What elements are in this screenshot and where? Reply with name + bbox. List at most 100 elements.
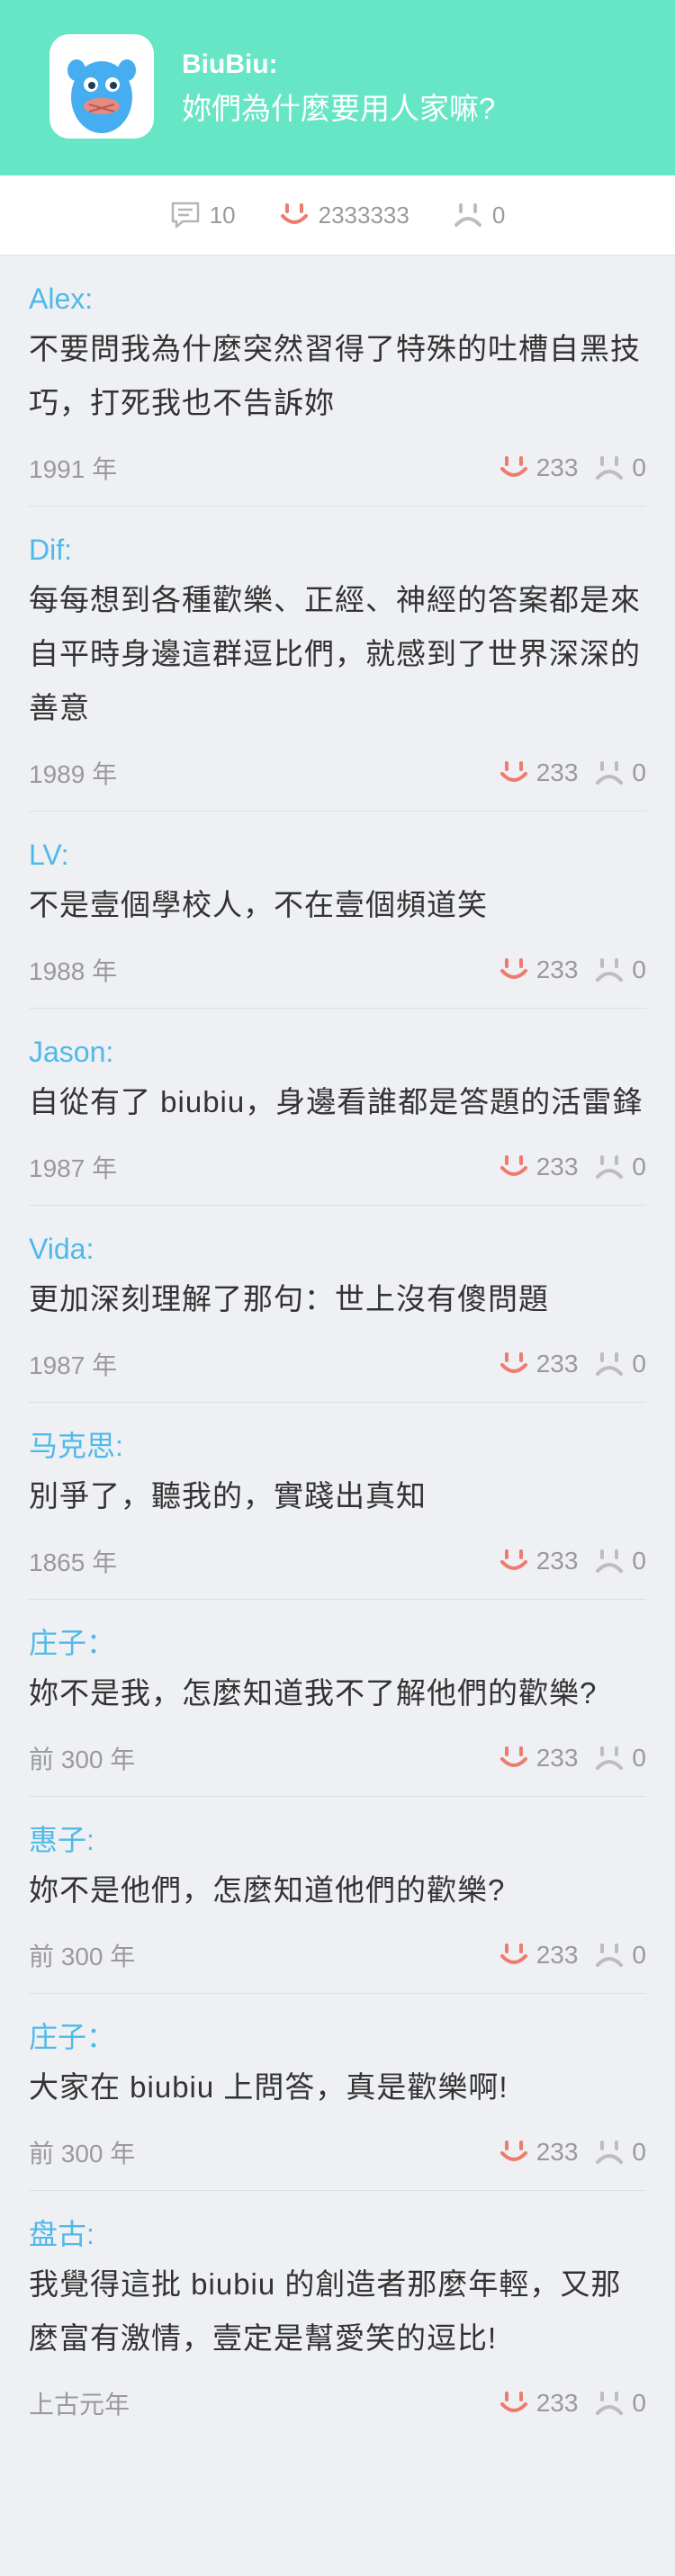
dislike-button[interactable]: 0	[594, 956, 646, 984]
like-button[interactable]: 233	[499, 956, 579, 984]
smile-icon	[500, 2392, 527, 2412]
comments-stat[interactable]: 10	[170, 201, 236, 229]
comment-author[interactable]: 盘古:	[29, 2216, 646, 2252]
comment-item: LV: 不是壹個學校人，不在壹個頻道笑 1988 年 233 0	[29, 812, 646, 1009]
frown-icon	[596, 1943, 624, 1967]
smile-icon	[500, 1943, 527, 1964]
comment-year: 1991 年	[29, 455, 118, 483]
comment-author[interactable]: 马克思:	[29, 1428, 646, 1464]
frown-icon	[596, 958, 624, 982]
comment-author[interactable]: Vida:	[29, 1231, 646, 1267]
comment-year: 1987 年	[29, 1154, 118, 1182]
smile-icon	[500, 2141, 527, 2161]
smile-icon	[500, 761, 527, 782]
comment-item: 盘古: 我覺得這批 biubiu 的創造者那麼年輕，又那麼富有激情，壹定是幫愛笑…	[29, 2191, 646, 2441]
comment-text: 妳不是他們，怎麼知道他們的歡樂?	[29, 1873, 506, 1907]
comment-author[interactable]: 庄子：	[29, 1625, 646, 1661]
dislike-button[interactable]: 0	[594, 758, 646, 787]
comment-text: 妳不是我，怎麼知道我不了解他們的歡樂?	[29, 1676, 598, 1710]
comment-text: 大家在 biubiu 上問答，真是歡樂啊!	[29, 2070, 508, 2104]
question-title: 妳們為什麼要用人家嘛?	[182, 92, 496, 125]
dislike-count: 0	[632, 1153, 646, 1180]
comment-year: 1987 年	[29, 1351, 118, 1379]
dislike-button[interactable]: 0	[594, 1941, 646, 1970]
app-name: BiuBiu:	[182, 49, 278, 79]
comment-author[interactable]: 惠子:	[29, 1822, 646, 1858]
dislike-count: 0	[632, 956, 646, 983]
dislikes-stat[interactable]: 0	[453, 202, 505, 229]
like-button[interactable]: 233	[499, 1350, 579, 1378]
smile-icon	[280, 203, 308, 224]
comment-author[interactable]: LV:	[29, 837, 646, 873]
comment-text: 更加深刻理解了那句：世上沒有傻問題	[29, 1282, 549, 1315]
like-button[interactable]: 233	[499, 758, 579, 787]
dislike-count: 0	[632, 2138, 646, 2166]
like-count: 233	[536, 1350, 579, 1378]
comment-year: 前 300 年	[29, 1746, 136, 1773]
app-header: BiuBiu: 妳們為什麼要用人家嘛?	[0, 0, 675, 175]
likes-stat[interactable]: 2333333	[279, 202, 410, 229]
smile-icon	[500, 958, 527, 979]
dislike-count: 0	[632, 1744, 646, 1772]
comments-count: 10	[209, 201, 236, 229]
smile-icon	[500, 1549, 527, 1570]
like-button[interactable]: 233	[499, 1547, 578, 1575]
smile-icon	[500, 456, 527, 477]
comment-year: 上古元年	[29, 2391, 130, 2419]
like-button[interactable]: 233	[499, 2138, 579, 2167]
likes-count: 2333333	[318, 201, 410, 229]
dislike-button[interactable]: 0	[594, 1350, 646, 1378]
like-button[interactable]: 233	[499, 1744, 579, 1773]
comment-item: 庄子： 大家在 biubiu 上問答，真是歡樂啊! 前 300 年 233 0	[29, 1994, 646, 2191]
dislike-button[interactable]: 0	[594, 453, 646, 482]
comment-text: 不是壹個學校人，不在壹個頻道笑	[29, 888, 488, 921]
comment-year: 前 300 年	[29, 1943, 136, 1970]
dislike-button[interactable]: 0	[594, 2389, 646, 2418]
comment-author[interactable]: Dif:	[29, 532, 646, 568]
comment-year: 1989 年	[29, 760, 118, 788]
comment-text: 每每想到各種歡樂、正經、神經的答案都是來自平時身邊這群逗比們，就感到了世界深深的…	[29, 583, 641, 724]
frown-icon	[596, 2392, 624, 2415]
comment-author[interactable]: Jason:	[29, 1034, 646, 1070]
dislike-count: 0	[632, 758, 646, 786]
comment-year: 1988 年	[29, 957, 118, 985]
like-count: 233	[536, 956, 579, 983]
comment-item: Vida: 更加深刻理解了那句：世上沒有傻問題 1987 年 233 0	[29, 1206, 646, 1403]
dislike-count: 0	[632, 1350, 646, 1378]
comment-year: 前 300 年	[29, 2140, 136, 2168]
like-button[interactable]: 233	[499, 1941, 579, 1970]
stats-bar: 10 2333333 0	[0, 175, 675, 256]
like-button[interactable]: 233	[499, 1153, 579, 1181]
frown-icon	[596, 2141, 624, 2164]
comment-author[interactable]: Alex:	[29, 281, 646, 317]
dislike-button[interactable]: 0	[594, 1547, 646, 1575]
like-count: 233	[536, 1153, 579, 1180]
comment-text: 我覺得這批 biubiu 的創造者那麼年輕，又那麼富有激情，壹定是幫愛笑的逗比!	[29, 2267, 622, 2355]
comment-author[interactable]: 庄子：	[29, 2019, 646, 2055]
comment-item: 惠子: 妳不是他們，怎麼知道他們的歡樂? 前 300 年 233 0	[29, 1797, 646, 1994]
like-count: 233	[536, 1744, 579, 1772]
comment-text: 別爭了，聽我的，實踐出真知	[29, 1479, 427, 1512]
comment-icon	[171, 202, 199, 229]
like-count: 233	[536, 758, 579, 786]
like-button[interactable]: 233	[499, 453, 578, 482]
like-button[interactable]: 233	[499, 2389, 578, 2418]
dislike-button[interactable]: 0	[594, 1153, 646, 1181]
like-count: 233	[536, 2138, 579, 2166]
dislike-button[interactable]: 0	[594, 1744, 646, 1773]
dislike-count: 0	[632, 1941, 646, 1969]
comment-item: 马克思: 別爭了，聽我的，實踐出真知 1865 年 233 0	[29, 1403, 646, 1600]
comment-year: 1865 年	[29, 1548, 118, 1576]
comment-text: 自從有了 biubiu，身邊看誰都是答題的活雷鋒	[29, 1085, 644, 1118]
dislikes-count: 0	[491, 201, 506, 229]
like-count: 233	[536, 1941, 579, 1969]
frown-icon	[454, 203, 482, 227]
frown-icon	[596, 1549, 624, 1573]
comment-list: Alex: 不要問我為什麼突然習得了特殊的吐槽自黑技巧，打死我也不告訴妳 199…	[0, 256, 675, 2441]
app-logo[interactable]	[50, 34, 154, 139]
comment-item: 庄子： 妳不是我，怎麼知道我不了解他們的歡樂? 前 300 年 233 0	[29, 1600, 646, 1797]
smile-icon	[500, 1746, 527, 1767]
smile-icon	[500, 1155, 527, 1176]
dislike-count: 0	[632, 2389, 646, 2417]
dislike-button[interactable]: 0	[594, 2138, 646, 2167]
